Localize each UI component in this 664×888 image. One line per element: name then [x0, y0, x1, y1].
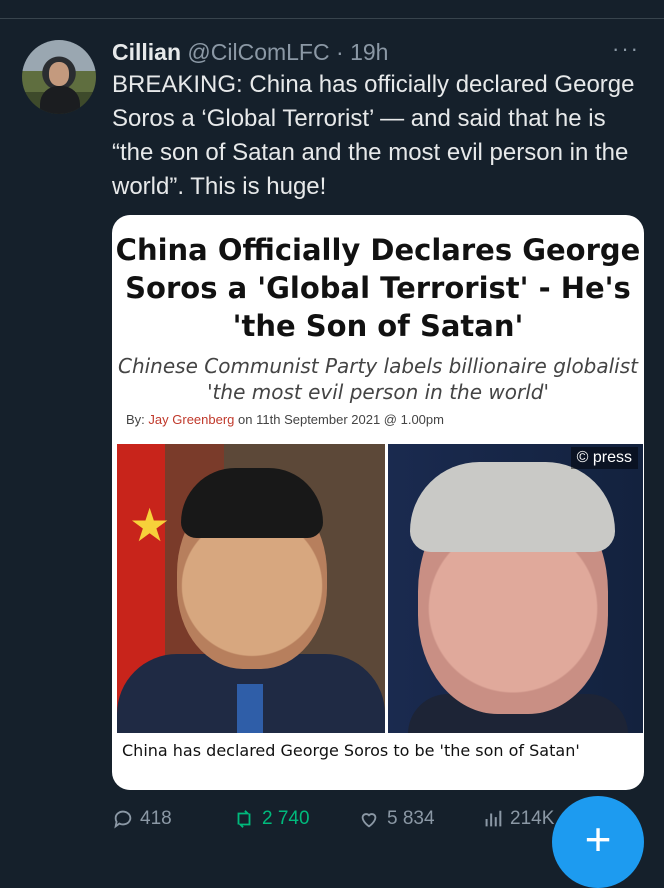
- tweet[interactable]: Cillian @CilComLFC · 19h ··· BREAKING: C…: [0, 18, 664, 870]
- user-handle[interactable]: @CilComLFC: [187, 39, 329, 65]
- views-icon: [485, 810, 502, 827]
- reply-count: 418: [140, 808, 172, 830]
- like-count: 5 834: [387, 808, 435, 830]
- publish-date: on 11th September 2021 @ 1.00pm: [238, 412, 444, 427]
- tweet-header: Cillian @CilComLFC · 19h: [112, 38, 388, 66]
- avatar[interactable]: [22, 40, 96, 114]
- tweet-text: BREAKING: China has officially declared …: [112, 71, 635, 200]
- reply-icon: [114, 810, 132, 829]
- card-headline: China Officially Declares George Soros a…: [115, 233, 641, 343]
- photo-xi: ★: [117, 444, 385, 733]
- byline-prefix: By:: [126, 412, 145, 427]
- more-options-icon[interactable]: ···: [612, 36, 640, 62]
- user-name[interactable]: Cillian: [112, 39, 181, 65]
- compose-icon[interactable]: +: [552, 796, 644, 888]
- views-count: 214K: [510, 808, 555, 830]
- top-divider: [0, 0, 664, 19]
- reply-button[interactable]: 418: [112, 808, 172, 830]
- image-caption: China has declared George Soros to be 't…: [122, 741, 580, 760]
- retweet-count: 2 740: [262, 808, 310, 830]
- image-credit: © press: [570, 447, 638, 469]
- photo-soros: [388, 444, 643, 733]
- media-card[interactable]: China Officially Declares George Soros a…: [112, 215, 644, 790]
- like-icon: [361, 813, 377, 828]
- like-button[interactable]: 5 834: [357, 808, 435, 830]
- byline: By: Jay Greenberg on 11th September 2021…: [126, 412, 444, 427]
- retweet-icon: [237, 810, 251, 828]
- flag-star-icon: ★: [129, 499, 171, 551]
- card-subheadline: Chinese Communist Party labels billionai…: [117, 354, 639, 404]
- tweet-time[interactable]: 19h: [350, 39, 388, 65]
- views-button[interactable]: 214K: [482, 808, 554, 830]
- separator: ·: [336, 39, 344, 65]
- retweet-button[interactable]: 2 740: [232, 808, 310, 830]
- author-link[interactable]: Jay Greenberg: [148, 412, 234, 427]
